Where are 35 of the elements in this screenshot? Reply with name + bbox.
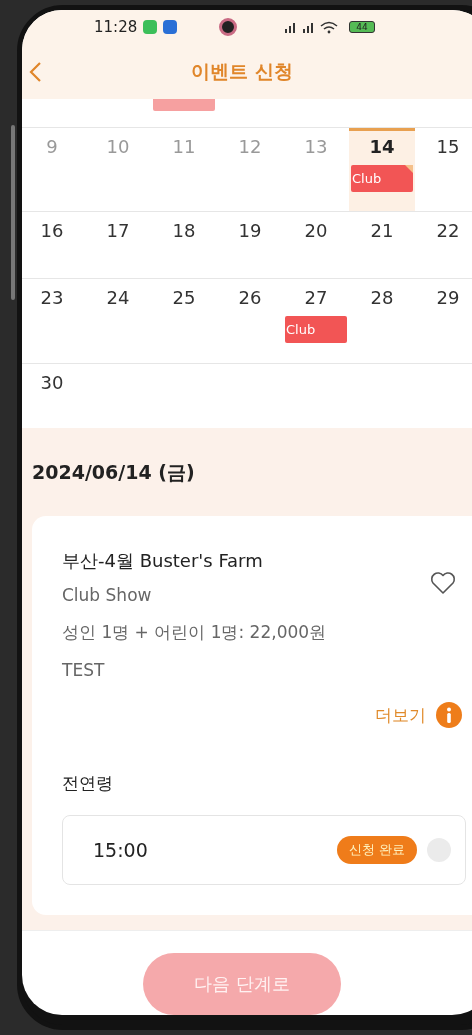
info-icon[interactable] bbox=[436, 702, 462, 728]
camera-hole-icon bbox=[219, 18, 238, 37]
time-slot[interactable]: 15:00 신청 완료 bbox=[62, 815, 466, 885]
day-cell[interactable]: 26 bbox=[217, 279, 283, 363]
day-cell[interactable]: 23 bbox=[22, 279, 85, 363]
back-icon[interactable] bbox=[28, 60, 42, 83]
event-type: Club Show bbox=[62, 585, 153, 605]
battery-level: 44 bbox=[349, 21, 375, 34]
day-cell[interactable]: 15 bbox=[415, 128, 472, 212]
day-cell[interactable]: 27 Club bbox=[283, 279, 349, 363]
day-cell[interactable]: 29 bbox=[415, 279, 472, 363]
event-price: 성인 1명 + 어린이 1명: 22,000원 bbox=[62, 621, 327, 644]
slot-time: 15:00 bbox=[93, 839, 149, 861]
page-title: 이벤트 신청 bbox=[191, 58, 293, 84]
day-cell[interactable]: 28 bbox=[349, 279, 415, 363]
day-cell[interactable]: 16 bbox=[22, 212, 85, 279]
app-notification-icon bbox=[143, 20, 158, 35]
day-cell[interactable]: 17 bbox=[85, 212, 151, 279]
day-cell[interactable]: 30 bbox=[22, 363, 85, 428]
app-notification-icon bbox=[163, 20, 178, 35]
day-cell[interactable]: 22 bbox=[415, 212, 472, 279]
selected-day-cell[interactable]: 14 Club bbox=[349, 128, 415, 212]
status-time: 11:28 bbox=[94, 18, 138, 37]
status-badge: 신청 완료 bbox=[336, 836, 417, 864]
age-category: 전연령 bbox=[62, 772, 114, 795]
day-cell[interactable]: 25 bbox=[151, 279, 217, 363]
day-cell[interactable]: 20 bbox=[283, 212, 349, 279]
day-cell[interactable]: 24 bbox=[85, 279, 151, 363]
day-cell[interactable]: 21 bbox=[349, 212, 415, 279]
selected-date: 2024/06/14 (금) bbox=[32, 460, 196, 485]
day-cell[interactable]: 19 bbox=[217, 212, 283, 279]
heart-icon[interactable] bbox=[430, 571, 456, 595]
event-title: 부산-4월 Buster's Farm bbox=[62, 549, 264, 573]
day-cell[interactable]: 18 bbox=[151, 212, 217, 279]
event-note: TEST bbox=[62, 660, 106, 680]
